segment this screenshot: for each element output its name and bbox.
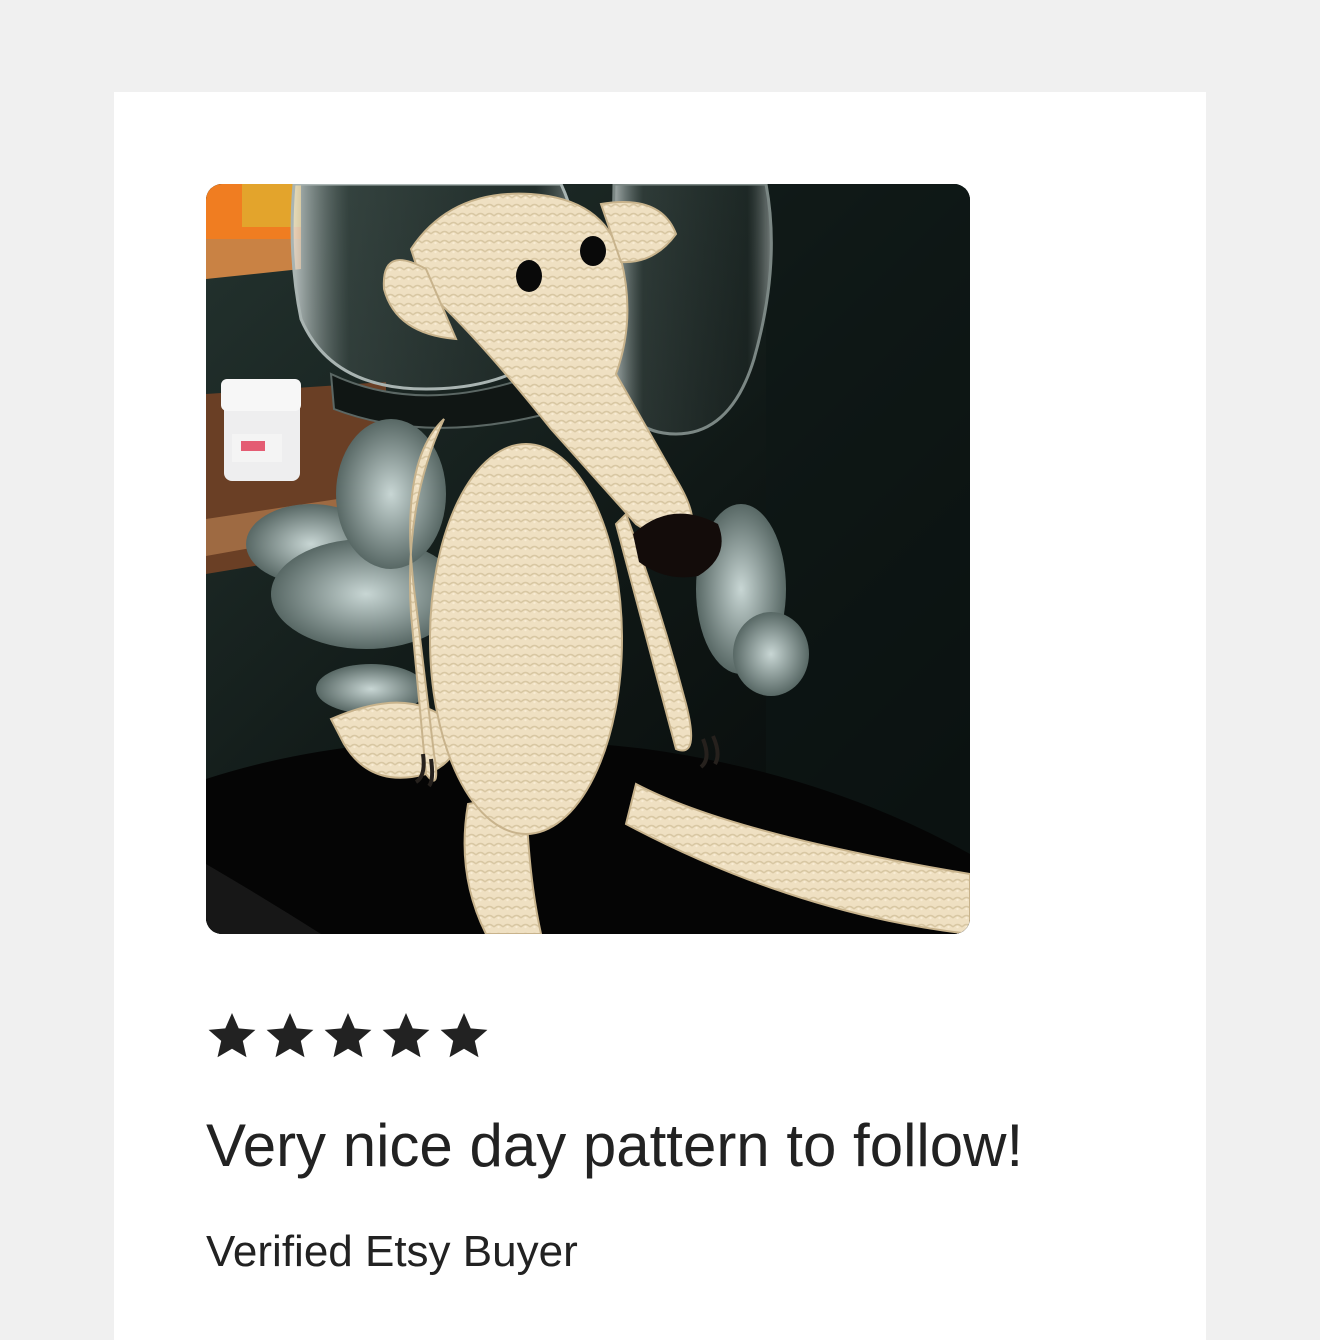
star-icon	[208, 1013, 256, 1058]
review-author: Verified Etsy Buyer	[206, 1227, 578, 1276]
star-icon	[324, 1013, 372, 1058]
crochet-dog-photo-icon	[206, 184, 970, 934]
review-title: Very nice day pattern to follow!	[206, 1112, 1024, 1179]
star-rating	[206, 1010, 490, 1066]
star-icon	[440, 1013, 488, 1058]
review-photo[interactable]	[206, 184, 970, 934]
page: Very nice day pattern to follow! Verifie…	[0, 0, 1320, 1340]
star-icon	[382, 1013, 430, 1058]
review-card: Very nice day pattern to follow! Verifie…	[114, 92, 1206, 1340]
star-icon	[266, 1013, 314, 1058]
